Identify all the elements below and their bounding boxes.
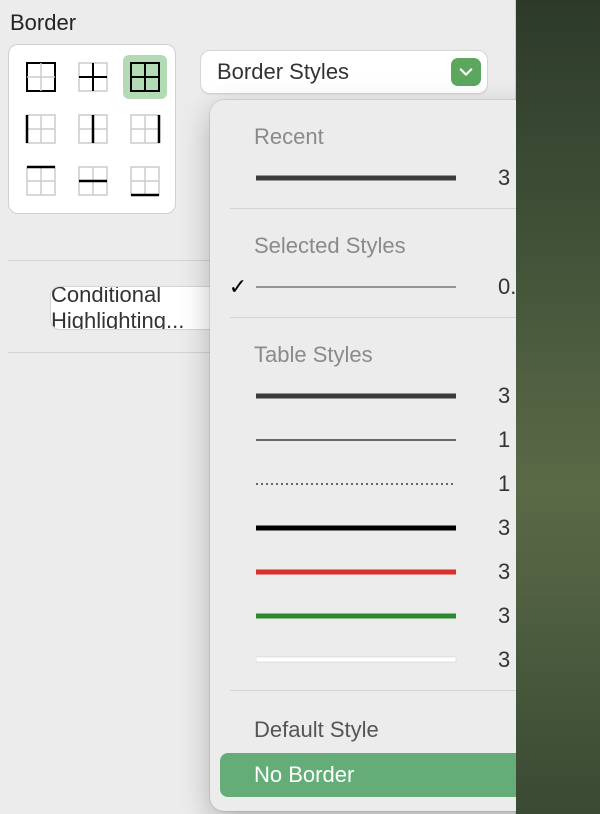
border-right-button[interactable] [123, 107, 167, 151]
border-position-grid [8, 44, 176, 214]
line-preview [256, 386, 482, 406]
line-preview [256, 168, 482, 188]
conditional-highlighting-button[interactable]: Conditional Highlighting... [50, 286, 220, 330]
document-background-strip [516, 0, 600, 814]
border-styles-dropdown[interactable]: Border Styles [200, 50, 488, 94]
line-preview [256, 518, 482, 538]
border-horizontal-center-button[interactable] [71, 159, 115, 203]
border-outline-button[interactable] [19, 55, 63, 99]
section-title: Border [10, 10, 515, 36]
dropdown-label: Border Styles [217, 59, 349, 85]
chevron-down-icon [451, 58, 481, 86]
line-preview [256, 650, 482, 670]
border-all-button[interactable] [123, 55, 167, 99]
border-inside-button[interactable] [71, 55, 115, 99]
border-top-button[interactable] [19, 159, 63, 203]
line-preview [256, 277, 482, 297]
line-preview [256, 606, 482, 626]
no-border-label: No Border [254, 762, 354, 788]
conditional-button-label: Conditional Highlighting... [51, 286, 219, 330]
line-preview [256, 474, 482, 494]
border-left-button[interactable] [19, 107, 63, 151]
line-preview [256, 562, 482, 582]
border-bottom-button[interactable] [123, 159, 167, 203]
line-preview [256, 430, 482, 450]
border-vertical-center-button[interactable] [71, 107, 115, 151]
border-panel: Border [0, 0, 516, 814]
checkmark-icon: ✓ [224, 274, 252, 300]
